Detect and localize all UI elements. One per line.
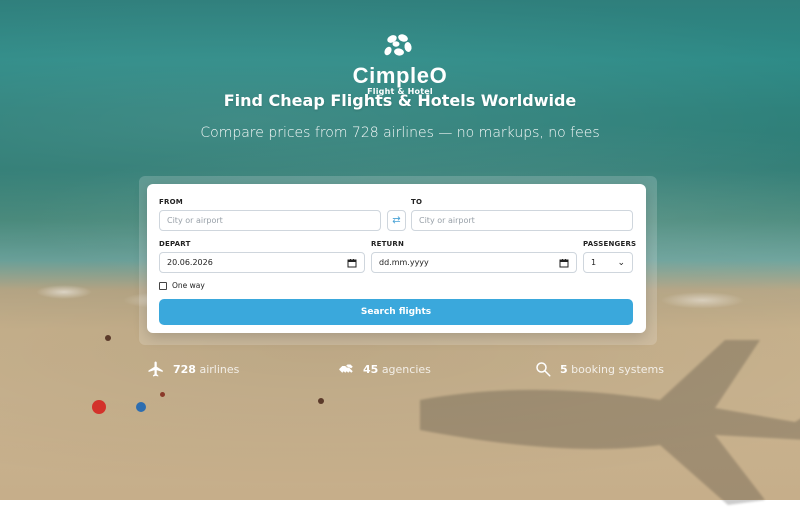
to-input[interactable]: City or airport <box>411 210 633 231</box>
handshake-icon <box>339 364 353 373</box>
airplane-icon <box>148 361 163 377</box>
return-date-input[interactable]: dd.mm.yyyy <box>371 252 577 273</box>
swap-button[interactable]: ⇄ <box>387 210 406 231</box>
airplane-shadow <box>420 340 800 505</box>
from-input[interactable]: City or airport <box>159 210 381 231</box>
stat-airlines-label: airlines <box>199 362 240 376</box>
stat-booking-systems-label: booking systems <box>571 362 664 376</box>
swap-icon: ⇄ <box>392 215 401 226</box>
one-way-label: One way <box>172 281 205 290</box>
one-way-toggle[interactable]: One way <box>159 281 205 290</box>
chevron-down-icon: ⌄ <box>617 257 625 268</box>
beach-person <box>105 335 111 341</box>
return-date-value: dd.mm.yyyy <box>379 258 429 267</box>
one-way-checkbox[interactable] <box>159 281 167 290</box>
return-label: RETURN <box>371 240 405 248</box>
passengers-label: PASSENGERS <box>583 240 637 248</box>
search-icon <box>536 362 551 377</box>
stat-booking-systems-value: 5 <box>560 362 568 376</box>
from-label: FROM <box>159 198 183 206</box>
depart-date-value: 20.06.2026 <box>167 258 213 267</box>
stat-airlines: 728 airlines <box>147 360 239 378</box>
beach-person <box>160 392 165 397</box>
passengers-select[interactable]: 1 ⌄ <box>583 252 633 273</box>
stat-agencies-label: agencies <box>381 362 431 376</box>
depart-date-input[interactable]: 20.06.2026 <box>159 252 365 273</box>
beach-person <box>318 398 324 404</box>
brand-logo: CimpleO Flight & Hotel <box>350 32 450 96</box>
to-label: TO <box>411 198 423 206</box>
page-title: Find Cheap Flights & Hotels Worldwide <box>223 91 577 110</box>
to-placeholder: City or airport <box>419 216 475 225</box>
stat-booking-systems: 5 booking systems <box>534 360 664 378</box>
stat-airlines-value: 728 <box>173 362 196 376</box>
passengers-value: 1 <box>591 258 597 267</box>
stat-agencies: 45 agencies <box>337 360 431 378</box>
page-subtitle: Compare prices from 728 airlines — no ma… <box>200 125 600 141</box>
calendar-icon[interactable] <box>559 258 569 268</box>
beach-umbrella <box>92 400 106 414</box>
from-placeholder: City or airport <box>167 216 223 225</box>
search-flights-label: Search flights <box>360 307 432 317</box>
depart-label: DEPART <box>159 240 191 248</box>
calendar-icon[interactable] <box>347 258 357 268</box>
search-flights-button[interactable]: Search flights <box>159 299 633 325</box>
logo-mark-icon <box>384 34 412 56</box>
logo-brand-text: CimpleO <box>352 63 448 88</box>
beach-umbrella <box>136 402 146 412</box>
stat-agencies-value: 45 <box>363 362 379 376</box>
